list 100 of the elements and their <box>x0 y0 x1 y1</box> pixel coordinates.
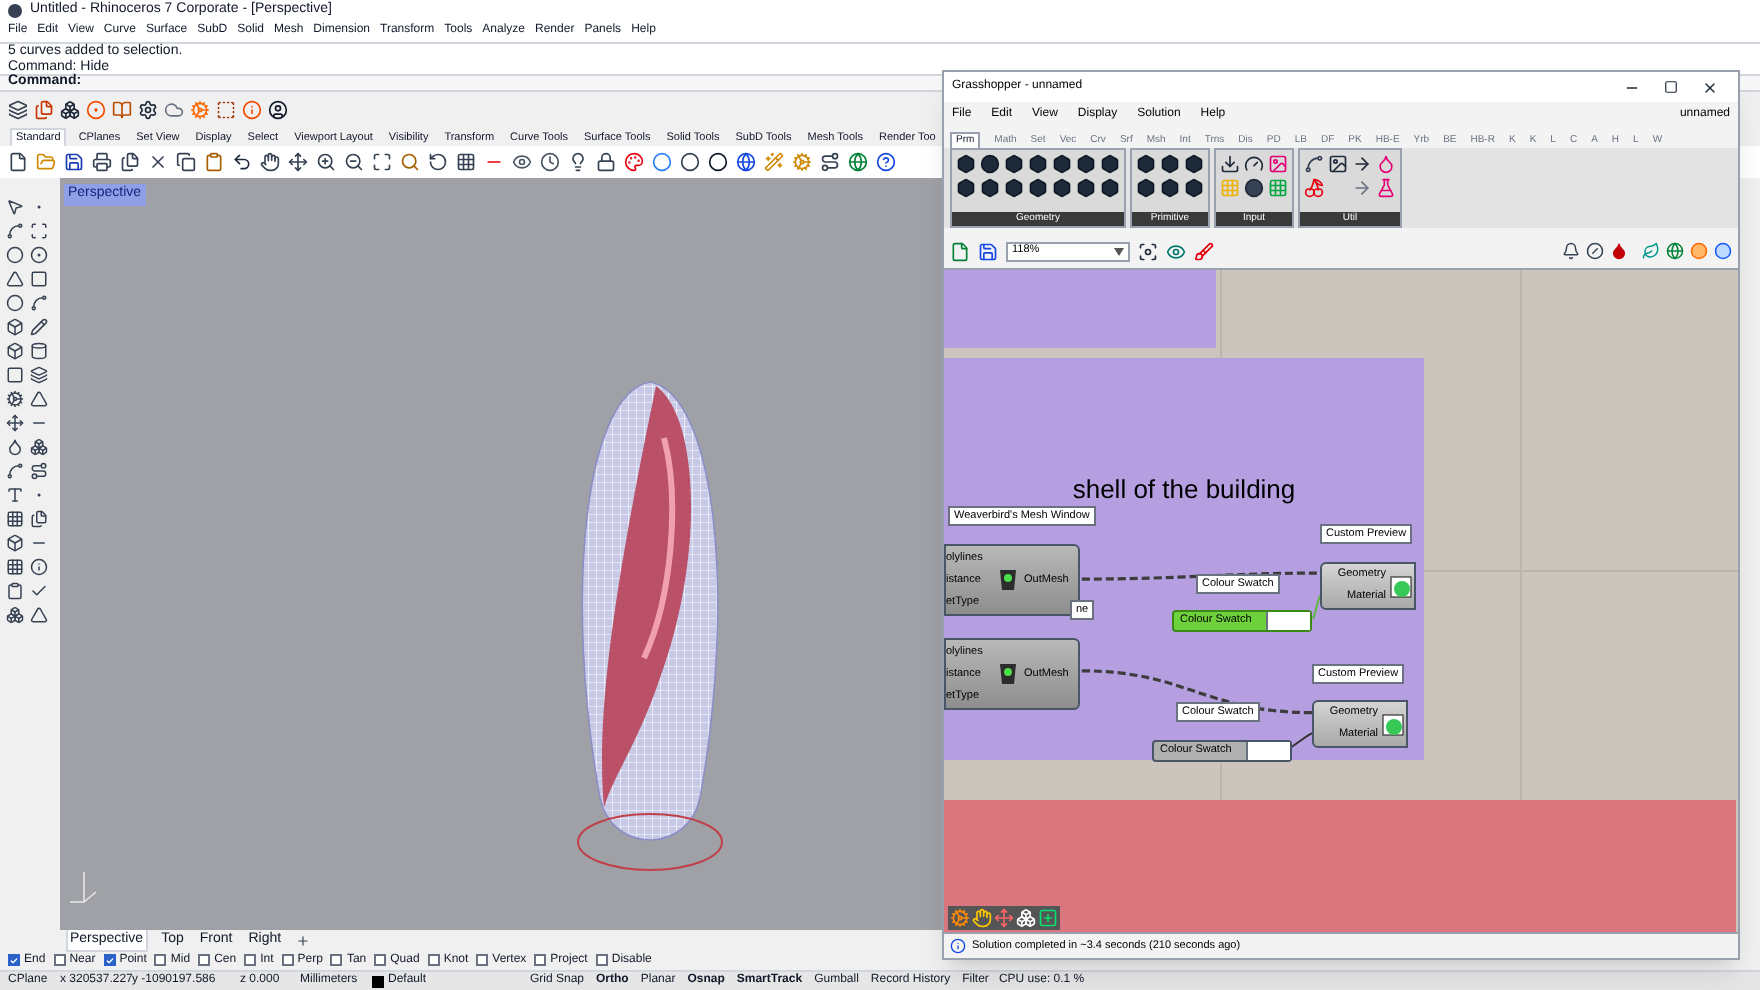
boxes-icon[interactable] <box>60 99 80 119</box>
lightbulb-icon[interactable] <box>568 152 588 172</box>
osnap-checkbox[interactable] <box>8 954 20 966</box>
osnap-checkbox[interactable] <box>103 954 116 966</box>
leaf-icon[interactable] <box>1642 242 1660 260</box>
triangle-icon[interactable] <box>30 606 48 624</box>
curve-icon[interactable] <box>30 294 48 312</box>
osnap-checkbox[interactable] <box>198 954 211 966</box>
osnap-checkbox[interactable] <box>154 954 167 966</box>
curve-icon[interactable] <box>6 462 24 480</box>
plus-icon[interactable] <box>295 933 310 947</box>
osnap-checkbox[interactable] <box>244 954 257 966</box>
maximize-icon[interactable] <box>1664 80 1678 94</box>
osnap-checkbox[interactable] <box>595 954 608 966</box>
route-icon[interactable] <box>820 152 840 172</box>
triangle-icon[interactable] <box>30 390 48 408</box>
triangle-icon[interactable] <box>6 270 24 288</box>
osnap-checkbox[interactable] <box>476 954 489 966</box>
text-icon[interactable] <box>6 486 24 504</box>
circle-icon[interactable] <box>708 152 728 172</box>
book-icon[interactable] <box>112 99 132 119</box>
eye-icon[interactable] <box>512 152 532 172</box>
curve-icon[interactable] <box>6 222 24 240</box>
wand-icon[interactable] <box>764 152 784 172</box>
circle-icon[interactable] <box>6 246 24 264</box>
clipboard-icon[interactable] <box>6 582 24 600</box>
osnap-checkbox[interactable] <box>330 954 343 966</box>
target-icon[interactable] <box>30 246 48 264</box>
circle-slash-icon[interactable] <box>1586 242 1604 260</box>
globe-icon[interactable] <box>848 152 868 172</box>
cube-icon[interactable] <box>6 318 24 336</box>
bell-icon[interactable] <box>1562 242 1580 260</box>
cube-icon[interactable] <box>6 342 24 360</box>
save-icon[interactable] <box>64 152 84 172</box>
cube-icon[interactable] <box>6 534 24 552</box>
info-icon[interactable] <box>950 938 966 954</box>
plus-square-icon[interactable] <box>1038 908 1058 928</box>
check-icon[interactable] <box>30 582 48 600</box>
osnap-checkbox[interactable] <box>534 954 547 966</box>
undo-icon[interactable] <box>232 152 252 172</box>
print-icon[interactable] <box>92 152 112 172</box>
layers-icon[interactable] <box>8 99 28 119</box>
drop-icon[interactable] <box>1610 242 1628 260</box>
close-icon[interactable] <box>1702 79 1718 95</box>
hand-icon[interactable] <box>972 908 992 928</box>
brush-icon[interactable] <box>1194 241 1214 261</box>
move-icon[interactable] <box>288 152 308 172</box>
grasshopper-window[interactable] <box>942 70 1740 960</box>
help-icon[interactable] <box>876 152 896 172</box>
globe-icon[interactable] <box>736 152 756 172</box>
boxes-icon[interactable] <box>6 606 24 624</box>
grid-icon[interactable] <box>6 510 24 528</box>
maximize-icon[interactable] <box>372 152 392 172</box>
palette-icon[interactable] <box>624 152 644 172</box>
clipboard-icon[interactable] <box>204 152 224 172</box>
user-icon[interactable] <box>268 99 288 119</box>
circle-icon[interactable] <box>680 152 700 172</box>
curve-icon[interactable] <box>1304 154 1324 174</box>
move-icon[interactable] <box>6 414 24 432</box>
drop-icon[interactable] <box>6 438 24 456</box>
search-icon[interactable] <box>400 152 420 172</box>
cog-icon[interactable] <box>6 390 24 408</box>
files-icon[interactable] <box>30 510 48 528</box>
info-icon[interactable] <box>30 558 48 576</box>
zoom-out-icon[interactable] <box>344 152 364 172</box>
circle-icon[interactable] <box>1244 178 1264 198</box>
open-icon[interactable] <box>36 152 56 172</box>
settings-icon[interactable] <box>138 99 158 119</box>
files-icon[interactable] <box>34 99 54 119</box>
cylinder-icon[interactable] <box>30 342 48 360</box>
osnap-checkbox[interactable] <box>53 954 66 966</box>
square-icon[interactable] <box>216 99 236 119</box>
rotate-icon[interactable] <box>428 152 448 172</box>
close-icon[interactable] <box>148 152 168 172</box>
download-icon[interactable] <box>1220 154 1240 174</box>
zoom-in-icon[interactable] <box>316 152 336 172</box>
copy-icon[interactable] <box>176 152 196 172</box>
osnap-checkbox[interactable] <box>281 954 294 966</box>
frame-icon[interactable] <box>30 222 48 240</box>
square-icon[interactable] <box>6 366 24 384</box>
layers-icon[interactable] <box>30 366 48 384</box>
gauge-icon[interactable] <box>1244 154 1264 174</box>
focus-icon[interactable] <box>1138 241 1158 261</box>
new-file-icon[interactable] <box>950 241 970 261</box>
cloud-icon[interactable] <box>164 99 184 119</box>
boxes-icon[interactable] <box>1016 908 1036 928</box>
boxes-icon[interactable] <box>30 438 48 456</box>
files-icon[interactable] <box>120 152 140 172</box>
pencil-icon[interactable] <box>30 318 48 336</box>
square-icon[interactable] <box>30 270 48 288</box>
new-file-icon[interactable] <box>8 152 28 172</box>
grid-icon[interactable] <box>456 152 476 172</box>
clock-icon[interactable] <box>540 152 560 172</box>
globe-icon[interactable] <box>1666 242 1684 260</box>
route-icon[interactable] <box>30 462 48 480</box>
pointer-icon[interactable] <box>6 198 24 216</box>
arrow-icon[interactable] <box>1352 154 1372 174</box>
image-icon[interactable] <box>1328 154 1348 174</box>
lock-icon[interactable] <box>596 152 616 172</box>
node-canvas[interactable] <box>944 270 1738 932</box>
